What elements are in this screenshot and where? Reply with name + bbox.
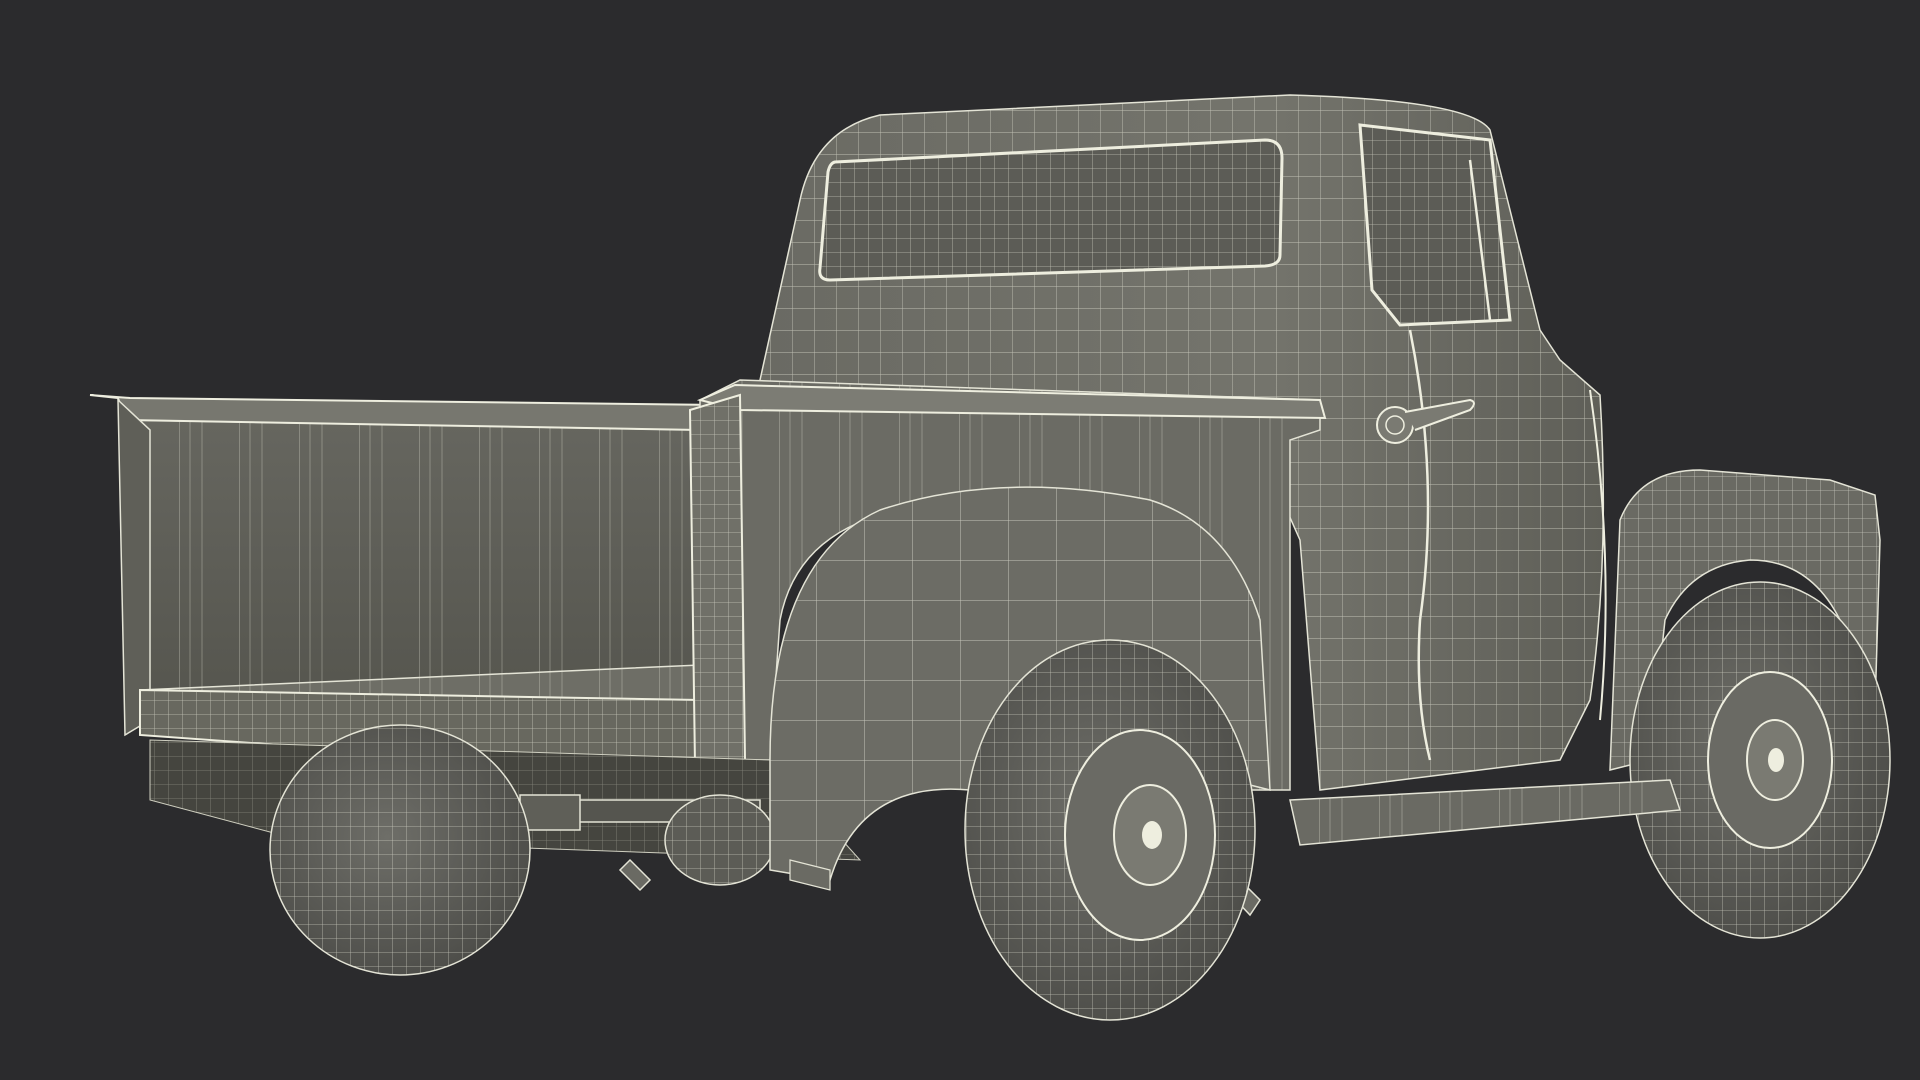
rear-left-wheel	[269, 724, 531, 976]
bed-left-side	[117, 398, 151, 737]
truck-wireframe-render	[89, 94, 1891, 1021]
rear-right-wheel	[964, 639, 1256, 1021]
render-viewport	[0, 0, 1920, 1080]
exhaust-pipe	[618, 858, 652, 892]
front-wheel	[1629, 581, 1891, 939]
